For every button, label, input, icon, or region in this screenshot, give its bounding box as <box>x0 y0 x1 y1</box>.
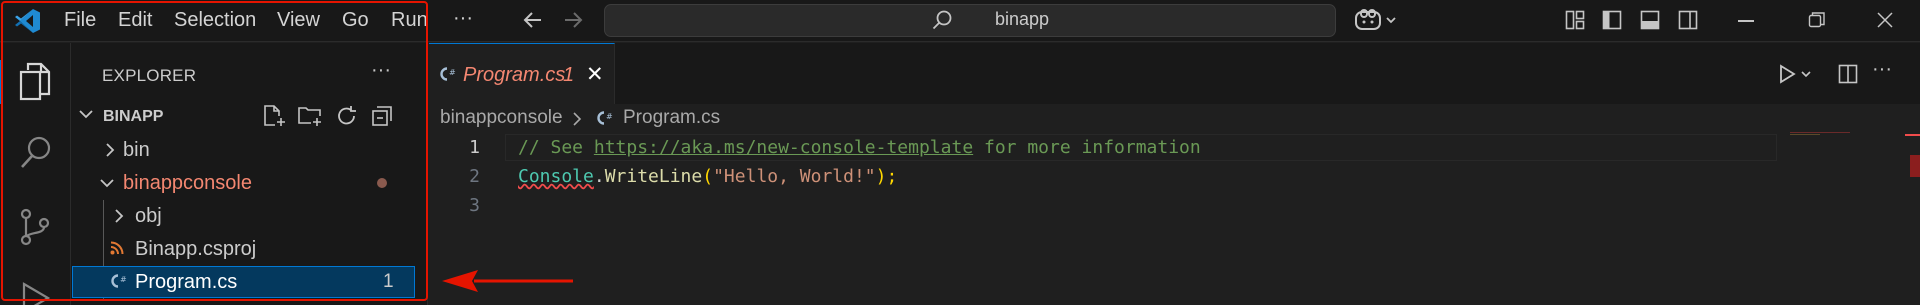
csharp-icon: # <box>594 109 614 132</box>
line-number: 2 <box>469 166 480 187</box>
menu-file[interactable]: File <box>64 9 96 32</box>
tab-title: Program.cs <box>463 64 566 86</box>
menu-selection[interactable]: Selection <box>174 9 256 32</box>
comment-token: // See <box>518 137 594 158</box>
new-file-icon[interactable] <box>262 104 286 133</box>
code-line-1[interactable]: // See https://aka.ms/new-console-templa… <box>518 137 1201 158</box>
chevron-right-icon <box>102 142 118 163</box>
minimap-preview[interactable] <box>1790 132 1850 135</box>
breadcrumb-file[interactable]: Program.cs <box>623 107 720 129</box>
tree-item-label: Binapp.csproj <box>135 238 257 260</box>
code-line-2[interactable]: Console.WriteLine("Hello, World!"); <box>518 166 897 187</box>
menu-more-button[interactable]: ··· <box>453 7 473 30</box>
workspace-name: BINAPP <box>103 108 164 125</box>
svg-text:#: # <box>120 275 127 284</box>
toggle-secondary-sidebar-icon[interactable] <box>1678 10 1698 35</box>
menu-run[interactable]: Run <box>391 9 428 32</box>
refresh-icon[interactable] <box>335 104 359 133</box>
explorer-more-button[interactable]: ··· <box>371 59 391 82</box>
annotation-arrow-icon <box>440 266 575 301</box>
source-control-icon[interactable] <box>19 208 51 251</box>
tab-problem-badge: 1 <box>563 64 575 86</box>
paren-token: ); <box>875 166 898 187</box>
toggle-panel-icon[interactable] <box>1640 10 1660 35</box>
breadcrumb-folder[interactable]: binappconsole <box>440 107 563 129</box>
svg-text:#: # <box>449 68 456 77</box>
customize-layout-icon[interactable] <box>1565 10 1585 35</box>
punct-token: . <box>593 166 605 187</box>
menu-view[interactable]: View <box>277 9 320 32</box>
tab-close-icon[interactable]: ✕ <box>586 62 604 87</box>
string-token: "Hello, World!" <box>713 166 876 187</box>
tree-item-label: Program.cs <box>135 271 238 293</box>
run-debug-icon[interactable] <box>20 282 52 305</box>
class-token: Console <box>518 166 594 187</box>
comment-token: for more information <box>973 137 1201 158</box>
copilot-icon[interactable] <box>1354 7 1400 38</box>
explorer-files-icon[interactable] <box>18 62 52 107</box>
menu-edit[interactable]: Edit <box>118 9 152 32</box>
active-indicator <box>0 60 3 104</box>
close-window-icon[interactable] <box>1876 11 1894 34</box>
csharp-icon: # <box>108 272 128 295</box>
restore-icon[interactable] <box>1808 11 1826 34</box>
command-center-search[interactable] <box>604 4 1336 37</box>
minimize-icon[interactable] <box>1738 20 1754 22</box>
search-label: binapp <box>995 9 1050 29</box>
svg-text:#: # <box>606 112 613 121</box>
tree-item-label: binappconsole <box>123 172 252 194</box>
forward-arrow-icon[interactable] <box>562 9 584 36</box>
chevron-down-icon <box>99 175 115 196</box>
vscode-logo-icon <box>13 8 41 34</box>
editor-more-button[interactable]: ··· <box>1872 58 1892 81</box>
tree-item-label: obj <box>135 205 162 227</box>
new-folder-icon[interactable] <box>297 104 323 133</box>
back-arrow-icon[interactable] <box>522 9 544 36</box>
method-token: WriteLine <box>604 166 703 187</box>
explorer-title: EXPLORER <box>102 66 197 85</box>
line-number: 3 <box>469 195 480 216</box>
search-icon <box>931 9 953 36</box>
collapse-all-icon[interactable] <box>371 104 395 133</box>
line-number: 1 <box>469 137 480 158</box>
problem-count-badge: 1 <box>383 271 394 292</box>
scrollbar-thumb[interactable] <box>1910 155 1920 177</box>
tree-item-label: bin <box>123 139 150 161</box>
run-file-icon[interactable] <box>1778 64 1814 89</box>
editor-tab-bar <box>429 43 1920 104</box>
modified-dot-icon <box>377 178 387 188</box>
toggle-primary-sidebar-icon[interactable] <box>1602 10 1622 35</box>
scrollbar-error-marker <box>1905 134 1920 136</box>
search-view-icon[interactable] <box>19 135 53 176</box>
rss-icon <box>110 241 124 260</box>
csharp-icon: # <box>437 65 457 88</box>
chevron-right-icon <box>571 112 583 131</box>
chevron-right-icon <box>111 208 127 229</box>
comment-link[interactable]: https://aka.ms/new-console-template <box>594 137 973 158</box>
split-editor-icon[interactable] <box>1838 64 1858 89</box>
paren-token: ( <box>702 166 714 187</box>
chevron-down-icon <box>78 106 94 127</box>
menu-go[interactable]: Go <box>342 9 369 32</box>
